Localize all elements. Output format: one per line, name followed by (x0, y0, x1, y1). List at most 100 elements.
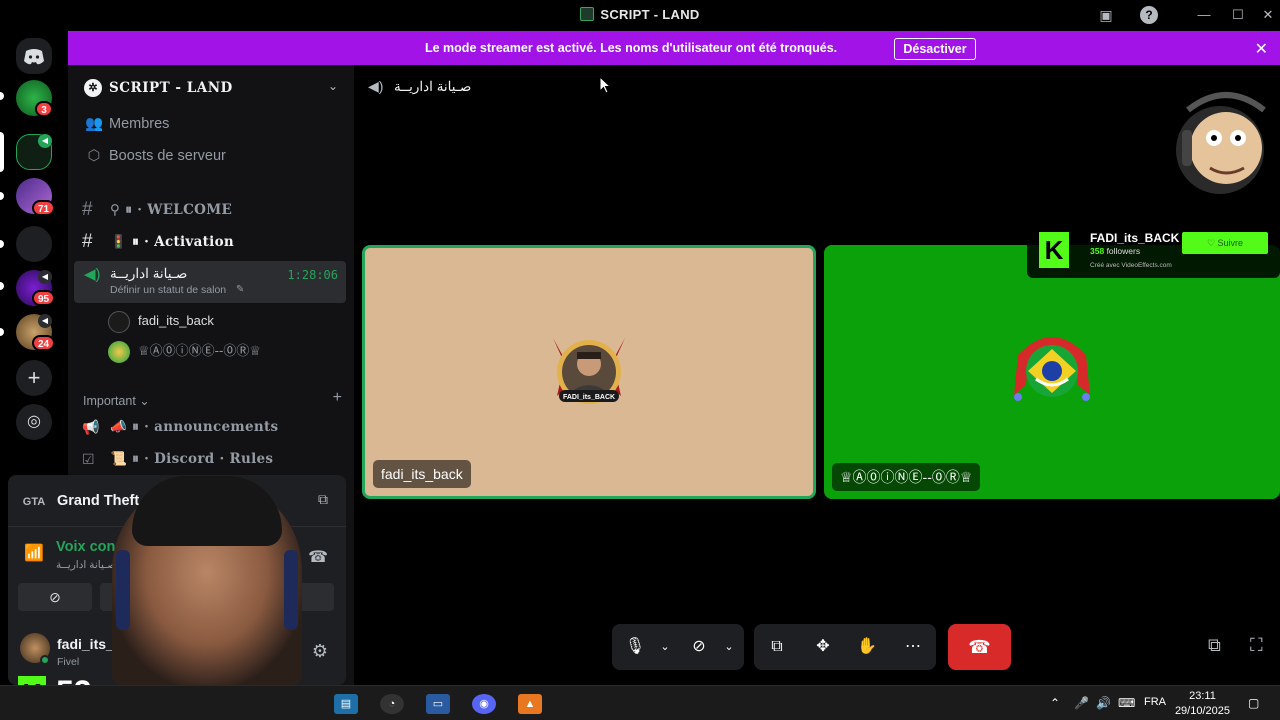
edit-icon[interactable]: ✎ (236, 281, 244, 299)
call-channel-title: صـيانة اداريــة (394, 79, 472, 94)
unread-indicator (0, 240, 4, 248)
participant-name-tag: fadi_its_back (373, 460, 471, 488)
disconnect-icon[interactable]: ☎ (308, 547, 328, 567)
participant-tile-fadi[interactable]: FADI_its_BACK fadi_its_back (362, 245, 816, 499)
server-header[interactable]: ✲ SCRIPT - LAND ⌄ (68, 65, 354, 111)
members-link[interactable]: 👥 Membres (84, 112, 169, 136)
kick-followers-count: 358 (1090, 246, 1105, 256)
kick-follower-card: K FADI_its_BACK ✔ 358 followers Créé ave… (1027, 222, 1280, 278)
gta-icon: GTA (22, 496, 46, 508)
taskbar-app-icon[interactable]: ▤ (334, 694, 358, 714)
more-options-icon[interactable]: ⋯ (898, 632, 928, 662)
taskbar-app-icon[interactable]: ▲ (518, 694, 542, 714)
server-icon-4[interactable] (16, 226, 52, 262)
heart-icon: ♡ (1206, 238, 1216, 248)
activities-icon[interactable]: ✥ (808, 632, 838, 662)
speaker-icon: ◀ (38, 314, 52, 328)
close-banner-icon[interactable]: ✕ (1255, 39, 1268, 59)
chevron-up-icon[interactable]: ⌃ (1050, 696, 1060, 710)
kick-credit: Créé avec VideoEffects.com (1090, 262, 1172, 269)
stream-game-icon[interactable]: ⧉ (318, 491, 328, 508)
popout-icon[interactable]: ⧉ (1208, 635, 1221, 656)
language-indicator[interactable]: FRA (1144, 696, 1166, 708)
voice-channel-active[interactable]: ◀) صـيانة اداريــة 1:28:06 Définir un st… (74, 261, 346, 303)
avatar (108, 340, 130, 363)
camera-off-icon: ⊘ (49, 589, 61, 605)
kick-channel-name: FADI_its_BACK ✔ (1090, 231, 1193, 245)
mention-badge: 95 (32, 290, 56, 306)
discord-home-button[interactable] (16, 38, 52, 74)
channel-label: 📜 ⏸ · Discord · Rules (110, 445, 273, 473)
channel-label: ⚲ ⏸ · WELCOME (110, 196, 232, 224)
add-channel-icon[interactable]: + (333, 389, 342, 407)
kick-follow-button: ♡ Suivre (1182, 232, 1268, 254)
maximize-button[interactable]: ☐ (1222, 4, 1254, 26)
channel-welcome[interactable]: # ⚲ ⏸ · WELCOME (74, 196, 346, 224)
voice-user[interactable]: ♕Ⓐ⓪ⓘⓃⒺ--⓪Ⓡ♕ (108, 338, 261, 364)
channel-rules[interactable]: ☑ 📜 ⏸ · Discord · Rules (74, 445, 346, 473)
taskbar-clock[interactable]: 23:11 29/10/2025 (1175, 689, 1230, 719)
taskbar-app-icon[interactable]: ▭ (426, 694, 450, 714)
disconnect-call-button[interactable]: ☎ (948, 624, 1011, 670)
channel-announcements-label: · announcements (144, 419, 279, 435)
cartoon-overlay (1176, 92, 1266, 194)
taskbar-discord-icon[interactable]: ◉ (472, 694, 496, 714)
minimize-button[interactable]: — (1188, 4, 1220, 26)
banner-message: Le mode streamer est activé. Les noms d'… (425, 41, 838, 55)
clock-date: 29/10/2025 (1174, 705, 1230, 717)
voice-status-hint[interactable]: Définir un statut de salon (110, 281, 226, 299)
camera-off-button[interactable]: ⊘ (18, 583, 92, 611)
channel-welcome-label: · WELCOME (137, 202, 233, 218)
close-window-button[interactable]: ✕ (1256, 4, 1280, 26)
screen-share-icon[interactable]: ▣ (1096, 5, 1116, 25)
chevron-down-icon[interactable]: ⌄ (650, 632, 680, 662)
online-status-icon (40, 655, 50, 665)
discord-logo-icon (24, 49, 44, 65)
server-boosts-link[interactable]: ⬡ Boosts de serveur (84, 144, 226, 168)
microphone-icon[interactable]: 🎙 (620, 632, 650, 662)
disable-streamer-mode-button[interactable]: Désactiver (894, 38, 976, 60)
hash-icon: # (82, 231, 93, 252)
kick-name-text: FADI_its_BACK (1090, 231, 1180, 245)
mouse-cursor-icon (599, 76, 611, 94)
voice-user[interactable]: fadi_its_back (108, 308, 214, 334)
channel-emoji: 📣 ⏸ (110, 419, 145, 435)
webcam-overlay (112, 476, 302, 685)
category-important[interactable]: Important ⌄ (83, 393, 150, 408)
voice-speaker-icon: ◀) (368, 78, 384, 94)
microphone-tray-icon[interactable]: 🎤 (1074, 696, 1089, 710)
fullscreen-icon[interactable]: ⛶ (1250, 635, 1263, 656)
avatar (108, 310, 130, 333)
discord-window: SCRIPT - LAND ▣ ? — ☐ ✕ Le mode streamer… (0, 0, 1280, 720)
voice-user-name: ♕Ⓐ⓪ⓘⓃⒺ--⓪Ⓡ♕ (138, 343, 261, 358)
megaphone-icon: 📢 (82, 419, 100, 435)
channel-activation[interactable]: # 🚦 ⏸ · Activation (74, 228, 346, 256)
server-name: SCRIPT - LAND (109, 80, 233, 96)
help-icon[interactable]: ? (1140, 6, 1158, 24)
participant-tile-2[interactable]: ♕Ⓐ⓪ⓘⓃⒺ--⓪Ⓡ♕ (824, 245, 1280, 499)
camera-off-icon[interactable]: ⊘ (684, 632, 714, 662)
soundboard-icon[interactable]: ✋ (852, 632, 882, 662)
kick-followers-label: followers (1106, 246, 1141, 256)
windows-taskbar: ▤ ◔ ▭ ◉ ▲ ⌃ 🎤 🔊 ⌨ FRA 23:11 29/10/2025 ▢ (0, 685, 1280, 720)
avatar-text: FADI_its_BACK (563, 394, 615, 401)
voice-user-name: fadi_its_back (138, 313, 214, 328)
add-server-icon[interactable]: + (16, 360, 52, 396)
discover-icon[interactable]: ◎ (16, 404, 52, 440)
webcam-hair (132, 476, 282, 546)
network-icon[interactable]: ⌨ (1118, 696, 1135, 710)
volume-icon[interactable]: 🔊 (1096, 696, 1111, 710)
unread-indicator (0, 192, 4, 200)
window-title-text: SCRIPT - LAND (600, 7, 700, 22)
chevron-down-icon[interactable]: ⌄ (714, 632, 744, 662)
screen-share-icon[interactable]: ⧉ (762, 632, 792, 662)
notification-icon[interactable]: ▢ (1248, 696, 1259, 710)
taskbar-app-icon[interactable]: ◔ (380, 694, 404, 714)
voice-active-icon: ◀ (38, 134, 52, 148)
voice-speaker-icon: ◀) (84, 266, 101, 283)
settings-gear-icon[interactable]: ⚙ (312, 641, 328, 662)
unread-indicator (0, 328, 4, 336)
channel-announcements[interactable]: 📢 📣 ⏸ · announcements (74, 413, 346, 441)
chevron-down-icon[interactable]: ⌄ (328, 79, 338, 93)
kick-followers: 358 followers (1090, 246, 1140, 256)
